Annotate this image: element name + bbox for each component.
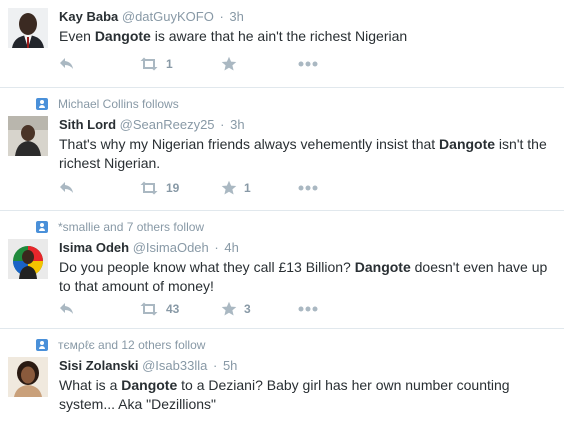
tweet-text: That's why my Nigerian friends always ve… [59, 136, 547, 171]
separator: · [214, 240, 219, 255]
avatar[interactable] [8, 8, 48, 48]
tweet[interactable]: Michael Collins follows Sith Lord @SeanR… [0, 88, 564, 211]
follow-context: Michael Collins follows [36, 97, 179, 111]
reply-button[interactable] [59, 179, 139, 197]
tweet-header: Sisi Zolanski @Isab33lla · 5h [59, 358, 558, 374]
tweet-actions: 1 [59, 55, 318, 73]
retweet-icon [140, 181, 158, 195]
username[interactable]: @datGuyKOFO [122, 9, 214, 24]
follow-context-text[interactable]: тємρℓє and 12 others follow [58, 338, 205, 352]
retweet-button[interactable]: 19 [139, 179, 221, 197]
tweet-actions: 43 3 [59, 300, 318, 318]
favorite-button[interactable] [221, 55, 298, 73]
display-name[interactable]: Sith Lord [59, 117, 116, 132]
avatar[interactable] [8, 239, 48, 279]
timestamp[interactable]: 3h [229, 9, 243, 24]
more-button[interactable] [298, 179, 318, 197]
timestamp[interactable]: 3h [230, 117, 244, 132]
separator: · [212, 358, 218, 373]
tweet-text: Even Dangote is aware that he ain't the … [59, 28, 408, 44]
follow-context-text[interactable]: Michael Collins follows [58, 97, 179, 111]
reply-icon [60, 182, 73, 193]
favorite-button[interactable]: 3 [221, 300, 298, 318]
more-button[interactable] [298, 55, 318, 73]
tweet[interactable]: Kay Baba @datGuyKOFO · 3h Even Dangote i… [0, 0, 564, 88]
search-keyword: Dangote [121, 377, 178, 393]
more-icon [298, 185, 318, 191]
more-icon [298, 306, 318, 312]
retweet-count: 43 [166, 302, 180, 316]
search-keyword: Dangote [439, 136, 496, 152]
person-icon [36, 98, 48, 110]
retweet-count: 19 [166, 181, 180, 195]
avatar[interactable] [8, 357, 48, 397]
tweet-actions: 19 1 [59, 179, 318, 197]
tweet[interactable]: *smallie and 7 others follow Isima Odeh … [0, 211, 564, 329]
separator: · [219, 9, 224, 24]
retweet-icon [140, 57, 158, 71]
favorite-count: 1 [244, 181, 251, 195]
person-icon [36, 339, 48, 351]
display-name[interactable]: Sisi Zolanski [59, 358, 138, 373]
star-icon [221, 180, 237, 195]
more-icon [298, 61, 318, 67]
tweet-header: Kay Baba @datGuyKOFO · 3h [59, 9, 558, 25]
search-keyword: Dangote [94, 28, 151, 44]
username[interactable]: @Isab33lla [142, 358, 207, 373]
retweet-button[interactable]: 1 [139, 55, 221, 73]
tweet-text: What is a Dangote to a Deziani? Baby gir… [59, 377, 510, 412]
reply-button[interactable] [59, 55, 139, 73]
avatar[interactable] [8, 116, 48, 156]
tweet-header: Isima Odeh @IsimaOdeh · 4h [59, 240, 558, 256]
tweet-text: Do you people know what they call £13 Bi… [59, 259, 548, 294]
favorite-button[interactable]: 1 [221, 179, 298, 197]
search-keyword: Dangote [354, 259, 411, 275]
display-name[interactable]: Kay Baba [59, 9, 118, 24]
person-icon [36, 221, 48, 233]
username[interactable]: @IsimaOdeh [133, 240, 209, 255]
retweet-icon [140, 302, 158, 316]
retweet-count: 1 [166, 57, 173, 71]
tweet-header: Sith Lord @SeanReezy25 · 3h [59, 117, 558, 133]
reply-icon [60, 58, 73, 69]
retweet-button[interactable]: 43 [139, 300, 221, 318]
more-button[interactable] [298, 300, 318, 318]
username[interactable]: @SeanReezy25 [120, 117, 215, 132]
star-icon [221, 56, 237, 71]
star-icon [221, 301, 237, 316]
follow-context: *smallie and 7 others follow [36, 220, 204, 234]
timestamp[interactable]: 5h [223, 358, 237, 373]
tweet[interactable]: тємρℓє and 12 others follow Sisi Zolansk… [0, 329, 564, 421]
favorite-count: 3 [244, 302, 251, 316]
timestamp[interactable]: 4h [224, 240, 238, 255]
reply-icon [60, 303, 73, 314]
follow-context: тємρℓє and 12 others follow [36, 338, 205, 352]
reply-button[interactable] [59, 300, 139, 318]
separator: · [220, 117, 225, 132]
display-name[interactable]: Isima Odeh [59, 240, 129, 255]
follow-context-text[interactable]: *smallie and 7 others follow [58, 220, 204, 234]
